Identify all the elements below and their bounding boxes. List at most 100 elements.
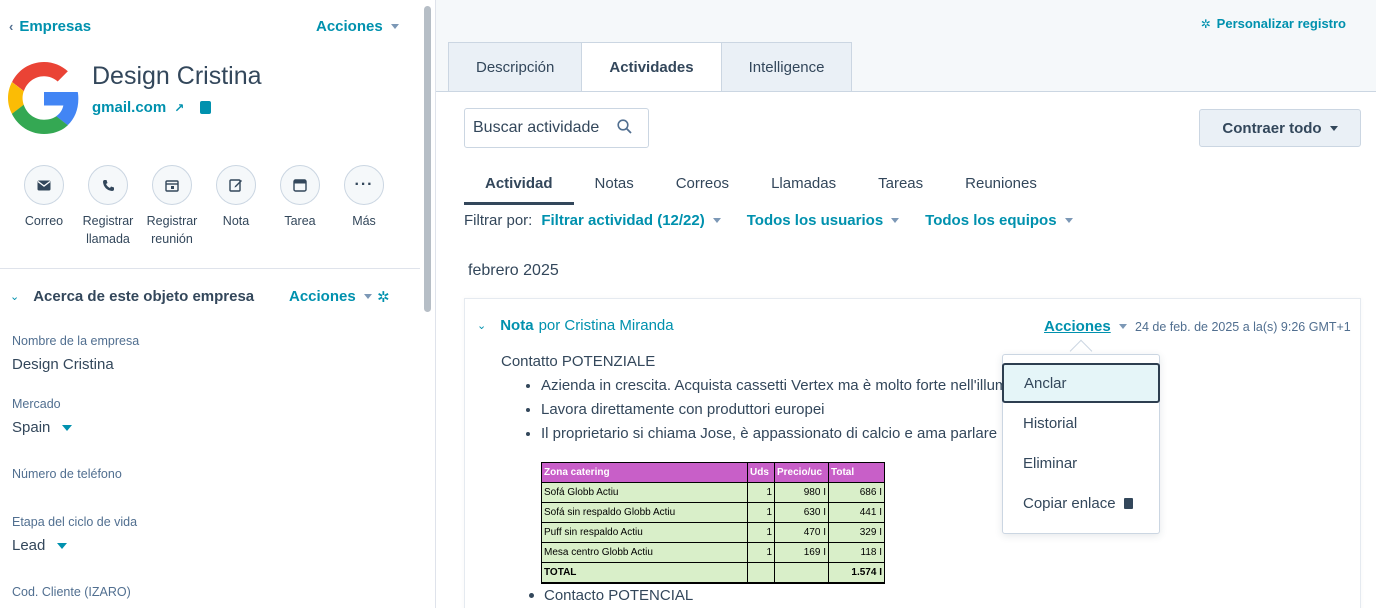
filter-users-dropdown[interactable]: Todos los usuarios [746,212,900,229]
list-item: Il proprietario si chiama Jose, è appass… [541,422,1007,446]
email-action[interactable]: Correo [12,165,76,248]
subtab-activity[interactable]: Actividad [464,162,574,205]
property-company-name[interactable]: Nombre de la empresa Design Cristina [12,334,139,373]
chevron-down-icon[interactable]: ⌄ [477,319,486,332]
filter-bar: Filtrar por: Filtrar actividad (12/22) T… [464,212,1099,229]
table-total-row: TOTAL 1.574 I [541,562,885,584]
email-action-label: Correo [24,214,64,228]
property-client-code[interactable]: Cod. Cliente (IZARO) [12,585,131,599]
activity-search[interactable] [464,108,649,148]
quote-table: Zona catering Uds Precio/uc Total Sofá G… [541,462,885,584]
table-cell: 686 I [828,482,885,503]
record-actions-dropdown[interactable]: Acciones [316,18,399,35]
menu-item-label: Eliminar [1023,454,1078,472]
chevron-down-icon[interactable]: ⌄ [10,290,19,303]
subtab-emails[interactable]: Correos [655,162,750,204]
domain-link[interactable]: gmail.com [92,99,166,116]
filter-users-label: Todos los usuarios [746,212,884,229]
task-icon[interactable] [280,165,320,205]
caret-down-icon [390,24,399,29]
table-row: Mesa centro Globb Actiu 1 169 I 118 I [541,542,885,563]
subtab-meetings[interactable]: Reuniones [944,162,1058,204]
filter-label: Filtrar por: [464,212,533,229]
subtab-calls[interactable]: Llamadas [750,162,857,204]
table-cell: 1 [747,542,775,563]
back-to-companies-link[interactable]: ‹ Empresas [9,18,91,35]
table-cell: Mesa centro Globb Actiu [541,542,748,563]
note-action[interactable]: Nota [204,165,268,248]
log-call-label: Registrar llamada [82,214,134,246]
menu-item-delete[interactable]: Eliminar [1003,443,1159,483]
about-section-header[interactable]: ⌄ Acerca de este objeto empresa [10,288,254,305]
email-icon[interactable] [24,165,64,205]
tab-description[interactable]: Descripción [448,42,582,92]
note-actions-menu: Anclar Historial Eliminar Copiar enlace [1002,354,1160,534]
market-select[interactable]: Spain [12,419,73,436]
customize-record-link[interactable]: ✲ Personalizar registro [1201,16,1346,31]
table-cell: 980 I [774,482,829,503]
caret-down-icon[interactable] [57,542,68,549]
more-action[interactable]: ··· Más [332,165,396,248]
table-cell [774,562,829,584]
menu-item-label: Historial [1023,414,1078,432]
market-value[interactable]: Spain [12,419,50,436]
record-actions-label: Acciones [316,18,383,35]
collapse-all-label: Contraer todo [1222,119,1322,137]
menu-item-copy-link[interactable]: Copiar enlace [1003,483,1159,523]
log-meeting-action[interactable]: Registrar reunión [140,165,204,248]
sidebar-scrollbar[interactable] [424,6,431,312]
task-action[interactable]: Tarea [268,165,332,248]
table-header: Uds [747,462,775,483]
filter-teams-dropdown[interactable]: Todos los equipos [925,212,1073,229]
phone-icon[interactable] [88,165,128,205]
caret-down-icon [1118,324,1127,329]
company-name-value[interactable]: Design Cristina [12,356,114,373]
collapse-all-button[interactable]: Contraer todo [1199,109,1361,147]
property-lifecycle-stage[interactable]: Etapa del ciclo de vida Lead [12,515,137,554]
lifecycle-value[interactable]: Lead [12,537,45,554]
quick-actions: Correo Registrar llamada Registrar reuni… [12,165,396,248]
about-actions-dropdown[interactable]: Acciones [289,288,372,305]
search-input[interactable] [473,119,613,137]
customize-record-label: Personalizar registro [1216,16,1346,31]
log-call-action[interactable]: Registrar llamada [76,165,140,248]
note-body[interactable]: Contatto POTENZIALE Azienda in crescita.… [501,353,1007,446]
external-link-icon[interactable]: ↗ [174,101,184,115]
note-timestamp: 24 de feb. de 2025 a la(s) 9:26 GMT+1 [1135,320,1351,334]
note-actions-dropdown[interactable]: Acciones [1044,318,1127,335]
caret-down-icon[interactable] [62,424,73,431]
company-logo [8,62,79,134]
property-label: Cod. Cliente (IZARO) [12,585,131,599]
list-item: Contacto POTENCIAL [529,587,693,604]
note-header[interactable]: ⌄ Nota por Cristina Miranda [477,317,674,334]
tab-activities[interactable]: Actividades [581,42,721,92]
list-item: Lavora direttamente con produttori europ… [541,398,1007,422]
more-icon[interactable]: ··· [344,165,384,205]
table-row: Puff sin respaldo Actiu 1 470 I 329 I [541,522,885,543]
table-cell: 441 I [828,502,885,523]
gear-icon[interactable]: ✲ [377,288,390,306]
menu-item-pin[interactable]: Anclar [1002,363,1160,403]
company-domain[interactable]: gmail.com ↗ [92,99,212,116]
log-meeting-label: Registrar reunión [146,214,198,246]
property-phone[interactable]: Número de teléfono [12,467,122,481]
table-cell: TOTAL [541,562,748,584]
calendar-icon[interactable] [152,165,192,205]
menu-item-history[interactable]: Historial [1003,403,1159,443]
search-icon[interactable] [617,118,632,138]
tab-intelligence[interactable]: Intelligence [720,42,853,92]
copy-icon[interactable] [200,101,212,114]
subtab-notes[interactable]: Notas [574,162,655,204]
subtab-tasks[interactable]: Tareas [857,162,944,204]
property-market[interactable]: Mercado Spain [12,397,73,436]
edit-icon[interactable] [216,165,256,205]
table-header: Precio/uc [774,462,829,483]
property-value[interactable]: Design Cristina [12,356,139,373]
chevron-left-icon: ‹ [9,19,14,34]
table-cell: Sofá sin respaldo Globb Actiu [541,502,748,523]
month-heading: febrero 2025 [468,262,559,279]
activities-content: Contraer todo Actividad Notas Correos Ll… [436,92,1376,608]
copy-icon [1123,497,1133,509]
lifecycle-select[interactable]: Lead [12,537,137,554]
filter-activity-dropdown[interactable]: Filtrar actividad (12/22) [541,212,721,229]
